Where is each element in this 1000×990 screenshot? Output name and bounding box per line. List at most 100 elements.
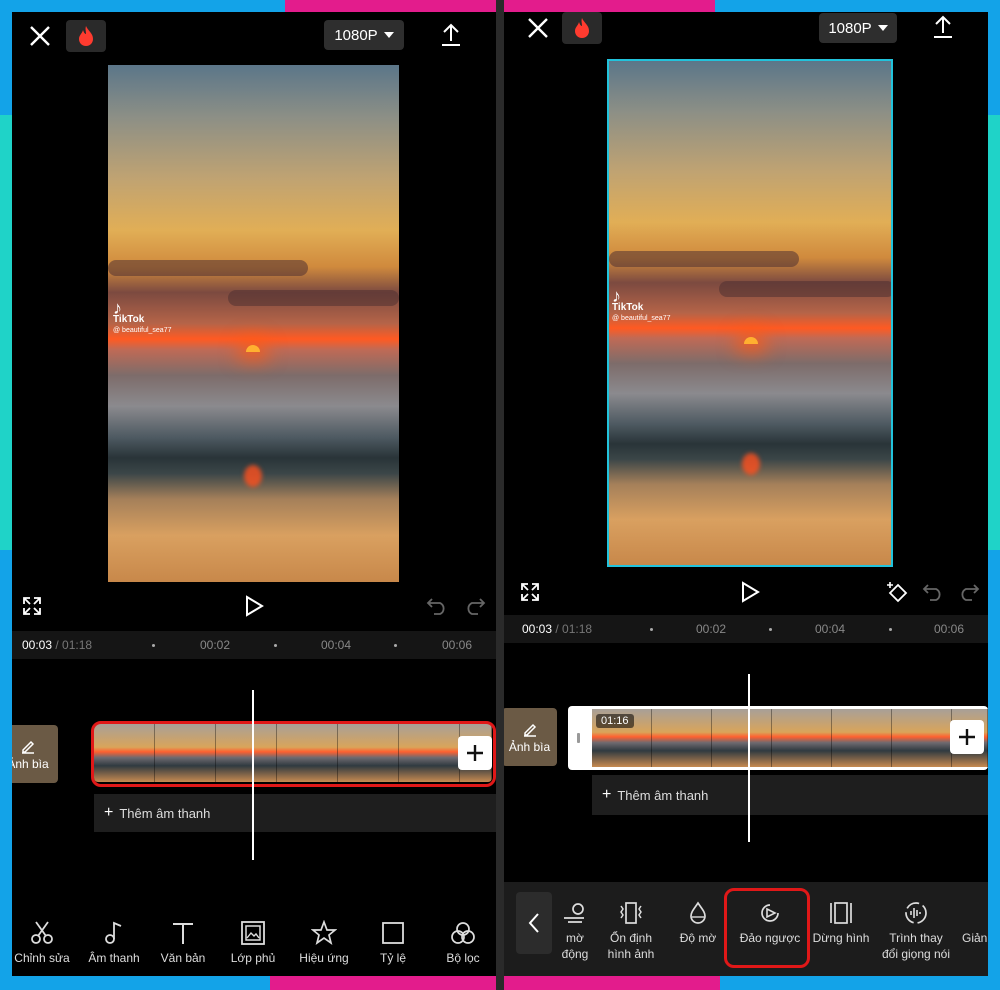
tool-stabilize[interactable]: Ổn định hình ảnh bbox=[600, 900, 662, 962]
clip-duration-badge: 01:16 bbox=[596, 714, 634, 728]
tool-motion-blur[interactable]: mờ động bbox=[550, 900, 600, 962]
frame-pink-bottom bbox=[270, 976, 720, 990]
tool-opacity[interactable]: Độ mờ bbox=[670, 900, 726, 946]
resolution-selector[interactable]: 1080P bbox=[819, 13, 897, 43]
watermark-brand: TikTok bbox=[113, 314, 145, 325]
sun bbox=[744, 337, 758, 344]
export-button[interactable] bbox=[436, 20, 466, 50]
edit-pencil-icon bbox=[523, 723, 536, 737]
back-button[interactable] bbox=[516, 892, 552, 954]
playhead[interactable] bbox=[748, 674, 750, 842]
add-clip-button[interactable] bbox=[458, 736, 492, 770]
pro-button[interactable] bbox=[66, 20, 106, 52]
cover-button[interactable]: Ảnh bìa bbox=[12, 725, 58, 783]
text-icon bbox=[173, 923, 193, 944]
video-preview[interactable]: ♪ TikTok @ beautiful_sea77 bbox=[108, 65, 399, 582]
plus-icon bbox=[959, 729, 975, 745]
fullscreen-button[interactable] bbox=[518, 580, 542, 604]
tool-label: Độ mờ bbox=[679, 931, 717, 945]
video-clip-track[interactable] bbox=[592, 709, 988, 767]
highlight-reverse-tool bbox=[724, 888, 810, 968]
undo-button[interactable] bbox=[424, 594, 450, 618]
tick-dot bbox=[152, 644, 155, 647]
tool-freeze[interactable]: Dừng hình bbox=[810, 900, 872, 946]
playhead[interactable] bbox=[252, 690, 254, 860]
cloud-shape bbox=[108, 260, 308, 276]
chevron-left-icon bbox=[528, 913, 539, 933]
clip-trim-handle-left[interactable] bbox=[577, 733, 580, 743]
tool-more[interactable]: Giản bbox=[962, 900, 988, 946]
tick-label: 00:04 bbox=[815, 622, 846, 636]
tick-label: 00:02 bbox=[696, 622, 727, 636]
tool-label: Giản bbox=[962, 931, 988, 945]
tool-label: Âm thanh bbox=[88, 951, 140, 965]
tool-audio[interactable]: Âm thanh bbox=[82, 920, 146, 966]
cloud-shape bbox=[719, 281, 891, 297]
cloud-shape bbox=[609, 251, 799, 267]
redo-button[interactable] bbox=[956, 580, 982, 604]
tool-label: Dừng hình bbox=[812, 931, 870, 945]
watermark-brand: TikTok bbox=[612, 302, 644, 313]
frame-teal-right bbox=[988, 115, 1000, 550]
tick-label: 00:02 bbox=[200, 638, 231, 652]
effects-star-icon bbox=[311, 920, 337, 946]
tiktok-watermark: ♪ TikTok @ beautiful_sea77 bbox=[612, 287, 671, 324]
tick-label: 00:06 bbox=[934, 622, 965, 636]
tool-filter[interactable]: Bộ lọc bbox=[432, 920, 494, 966]
clip-thumbnail bbox=[892, 709, 952, 767]
resolution-label: 1080P bbox=[334, 26, 378, 44]
freeze-frame-icon bbox=[830, 902, 852, 924]
edit-pencil-icon bbox=[22, 740, 35, 754]
close-icon bbox=[528, 18, 548, 38]
close-button[interactable] bbox=[522, 14, 554, 42]
play-button[interactable] bbox=[736, 578, 764, 606]
tool-label: Văn bản bbox=[160, 951, 206, 965]
tick-label: 00:06 bbox=[442, 638, 473, 652]
cloud-shape bbox=[228, 290, 399, 306]
current-time: 00:03 / 01:18 bbox=[522, 622, 593, 636]
fullscreen-icon bbox=[23, 597, 41, 615]
play-button[interactable] bbox=[240, 592, 268, 620]
add-audio-button[interactable]: + Thêm âm thanh bbox=[592, 775, 988, 815]
cover-button[interactable]: Ảnh bìa bbox=[504, 708, 557, 766]
play-icon bbox=[246, 595, 264, 617]
tool-ratio[interactable]: Tỷ lệ bbox=[362, 920, 424, 966]
plus-icon: + bbox=[104, 804, 114, 821]
tool-overlay[interactable]: Lớp phủ bbox=[220, 920, 286, 966]
current-time: 00:03 / 01:18 bbox=[22, 638, 93, 652]
tick-dot bbox=[650, 628, 653, 631]
sun bbox=[246, 345, 260, 352]
pro-button[interactable] bbox=[562, 12, 602, 44]
cover-label: Ảnh bìa bbox=[508, 739, 551, 754]
fire-icon bbox=[575, 18, 589, 38]
overlay-icon bbox=[241, 921, 265, 945]
redo-icon bbox=[961, 584, 980, 601]
voice-changer-icon bbox=[905, 902, 927, 924]
keyframe-button[interactable] bbox=[882, 578, 912, 606]
plus-icon bbox=[467, 745, 483, 761]
export-button[interactable] bbox=[928, 12, 958, 42]
tiktok-logo-icon: ♪ bbox=[113, 298, 122, 318]
tool-effects[interactable]: Hiệu ứng bbox=[292, 920, 356, 966]
video-preview[interactable]: ♪ TikTok @ beautiful_sea77 bbox=[607, 59, 893, 567]
watermark-user: @ beautiful_sea77 bbox=[612, 315, 671, 322]
tool-voice-changer[interactable]: Trình thay đổi giọng nói bbox=[878, 900, 954, 962]
music-note-icon bbox=[105, 921, 122, 944]
tick-dot bbox=[769, 628, 772, 631]
tool-text[interactable]: Văn bản bbox=[152, 920, 214, 966]
ratio-square-icon bbox=[382, 922, 404, 944]
tool-label: Hiệu ứng bbox=[299, 951, 349, 965]
resolution-selector[interactable]: 1080P bbox=[324, 20, 404, 50]
upload-icon bbox=[934, 15, 952, 38]
add-audio-button[interactable]: + Thêm âm thanh bbox=[94, 794, 496, 832]
clip-thumbnail bbox=[832, 709, 892, 767]
fire-icon bbox=[79, 26, 93, 46]
tool-edit[interactable]: Chỉnh sửa bbox=[12, 920, 72, 966]
close-button[interactable] bbox=[24, 22, 56, 50]
undo-button[interactable] bbox=[920, 580, 946, 604]
add-clip-button[interactable] bbox=[950, 720, 984, 754]
redo-button[interactable] bbox=[462, 594, 488, 618]
fullscreen-button[interactable] bbox=[20, 594, 44, 618]
add-audio-label: Thêm âm thanh bbox=[617, 787, 709, 803]
clip-thumbnail bbox=[712, 709, 772, 767]
